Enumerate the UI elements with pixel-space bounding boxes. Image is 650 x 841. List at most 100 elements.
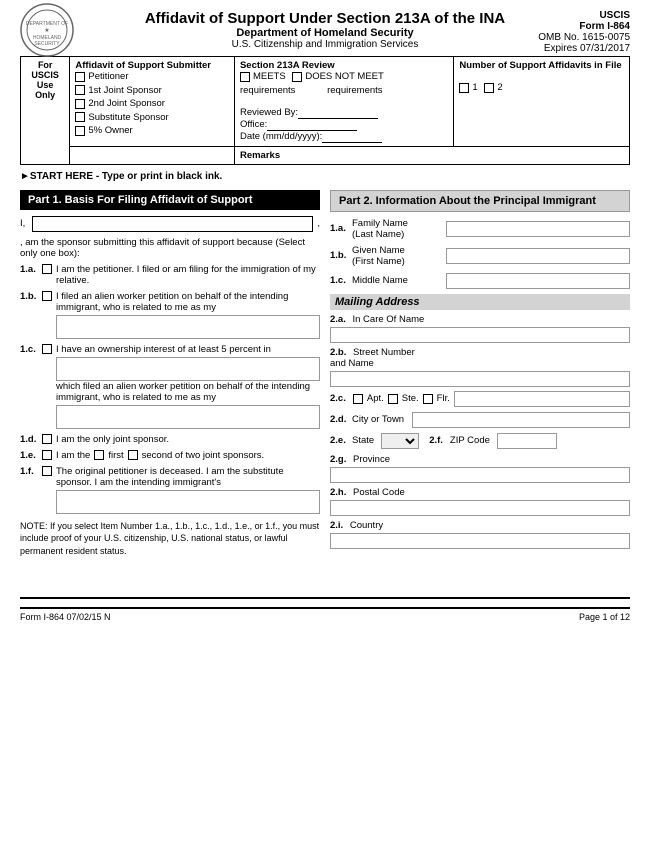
num1-option[interactable]: 1 (459, 82, 477, 93)
date-field[interactable] (322, 131, 382, 143)
intro-i: I, (20, 218, 25, 229)
cb-1e-first[interactable] (94, 450, 104, 460)
cb-1e-second[interactable] (128, 450, 138, 460)
expires-date: Expires 07/31/2017 (538, 43, 630, 54)
row-1d: 1.d. I am the only joint sponsor. (20, 434, 320, 445)
intro-text2: , am the sponsor submitting this affidav… (20, 237, 320, 259)
cb-1b[interactable] (42, 291, 52, 301)
middle-name-input[interactable] (446, 273, 630, 289)
row-1b: 1.b. I filed an alien worker petition on… (20, 291, 320, 339)
row-1f: 1.f. The original petitioner is deceased… (20, 466, 320, 514)
remarks-cell (70, 146, 235, 164)
page-title: Affidavit of Support Under Section 213A … (145, 10, 505, 27)
office-label: Office: (240, 119, 267, 130)
cb-apt[interactable] (353, 394, 363, 404)
page-footer: Form I-864 07/02/15 N Page 1 of 12 (20, 607, 630, 622)
uscis-label: USCIS (538, 10, 630, 21)
part1-note: NOTE: If you select Item Number 1.a., 1.… (20, 520, 320, 558)
5pct-option[interactable]: 5% Owner (75, 125, 132, 136)
footer-right: Page 1 of 12 (579, 612, 630, 622)
country-input[interactable] (330, 533, 630, 549)
meets-cb[interactable] (240, 72, 250, 82)
petitioner-option[interactable]: Petitioner (75, 71, 128, 82)
cb-1f[interactable] (42, 466, 52, 476)
1c-relation-input[interactable] (56, 405, 320, 429)
header-right: USCIS Form I-864 OMB No. 1615-0075 Expir… (538, 10, 630, 54)
cb-ste[interactable] (388, 394, 398, 404)
1st-joint-option[interactable]: 1st Joint Sponsor (75, 85, 161, 96)
svg-text:SECURITY: SECURITY (34, 41, 60, 47)
reviewed-by-field[interactable] (298, 107, 378, 119)
num2-cb[interactable] (484, 83, 494, 93)
row-1c: 1.c. I have an ownership interest of at … (20, 344, 320, 429)
row-2-1b: 1.b. Given Name (First Name) (330, 245, 630, 267)
substitute-option[interactable]: Substitute Sponsor (75, 112, 168, 123)
2a-label-row: 2.a. In Care Of Name (330, 314, 630, 325)
row-2-1c: 1.c. Middle Name (330, 273, 630, 289)
row-2d: 2.d. City or Town (330, 412, 630, 428)
5pct-cb[interactable] (75, 126, 85, 136)
postal-code-input[interactable] (330, 500, 630, 516)
footer-left: Form I-864 07/02/15 N (20, 612, 111, 622)
mailing-address-header: Mailing Address (330, 294, 630, 310)
reviewed-by-label: Reviewed By: (240, 107, 298, 118)
num2-option[interactable]: 2 (484, 82, 502, 93)
does-not-meet-option[interactable]: DOES NOT MEET (292, 71, 383, 82)
apt-number-input[interactable] (454, 391, 630, 407)
form-number: Form I-864 (538, 21, 630, 32)
main-content: Part 1. Basis For Filing Affidavit of Su… (20, 190, 630, 558)
given-name-input[interactable] (446, 248, 630, 264)
svg-text:DEPARTMENT OF: DEPARTMENT OF (26, 21, 68, 27)
dept-name: Department of Homeland Security (145, 27, 505, 39)
row-2e-2f: 2.e. State 2.f. ZIP Code (330, 433, 630, 449)
family-name-input[interactable] (446, 221, 630, 237)
left-column: Part 1. Basis For Filing Affidavit of Su… (20, 190, 320, 558)
top-table: For USCIS Use Only Affidavit of Support … (20, 56, 630, 165)
row-2-1a: 1.a. Family Name (Last Name) (330, 218, 630, 240)
intro-comma: , (317, 218, 320, 229)
street-number-input[interactable] (330, 371, 630, 387)
header-center: Affidavit of Support Under Section 213A … (145, 10, 505, 50)
start-here: ►START HERE - Type or print in black ink… (20, 171, 630, 182)
meets-option[interactable]: MEETS (240, 71, 286, 82)
2g-label-row: 2.g. Province (330, 454, 630, 465)
cb-1d[interactable] (42, 434, 52, 444)
state-select[interactable] (381, 433, 419, 449)
part1-header: Part 1. Basis For Filing Affidavit of Su… (20, 190, 320, 210)
cb-1e[interactable] (42, 450, 52, 460)
section-review-cell: Section 213A Review MEETS DOES NOT MEET … (234, 57, 453, 147)
1c-company-input[interactable] (56, 357, 320, 381)
part2-header: Part 2. Information About the Principal … (330, 190, 630, 212)
omb-number: OMB No. 1615-0075 (538, 32, 630, 43)
cb-1a[interactable] (42, 264, 52, 274)
num1-cb[interactable] (459, 83, 469, 93)
1st-joint-cb[interactable] (75, 85, 85, 95)
1f-relation-input[interactable] (56, 490, 320, 514)
date-label: Date (mm/dd/yyyy): (240, 131, 322, 142)
agency-name: U.S. Citizenship and Immigration Service… (145, 39, 505, 50)
substitute-cb[interactable] (75, 112, 85, 122)
page-header: DEPARTMENT OF ★ HOMELAND SECURITY Affida… (20, 10, 630, 50)
row-1a: 1.a. I am the petitioner. I filed or am … (20, 264, 320, 286)
cb-flr[interactable] (423, 394, 433, 404)
1e-inline: I am the first second of two joint spons… (56, 450, 320, 461)
affidavit-submitter-header: Affidavit of Support Submitter Petitione… (70, 57, 235, 147)
uscis-logo: DEPARTMENT OF ★ HOMELAND SECURITY (20, 3, 75, 58)
province-input[interactable] (330, 467, 630, 483)
petitioner-cb[interactable] (75, 72, 85, 82)
2b-label-row: 2.b. Street Number and Name (330, 347, 630, 369)
city-town-input[interactable] (412, 412, 630, 428)
row-2c: 2.c. Apt. Ste. Flr. (330, 391, 630, 407)
intro-row: I, , (20, 216, 320, 232)
office-field[interactable] (267, 119, 357, 131)
for-uscis-cell: For USCIS Use Only (21, 57, 70, 165)
does-not-meet-cb[interactable] (292, 72, 302, 82)
1b-relation-input[interactable] (56, 315, 320, 339)
sponsor-name-input[interactable] (32, 216, 313, 232)
2nd-joint-option[interactable]: 2nd Joint Sponsor (75, 98, 165, 109)
2nd-joint-cb[interactable] (75, 99, 85, 109)
zip-code-input[interactable] (497, 433, 557, 449)
in-care-of-input[interactable] (330, 327, 630, 343)
cb-1c[interactable] (42, 344, 52, 354)
svg-text:★: ★ (44, 27, 49, 34)
